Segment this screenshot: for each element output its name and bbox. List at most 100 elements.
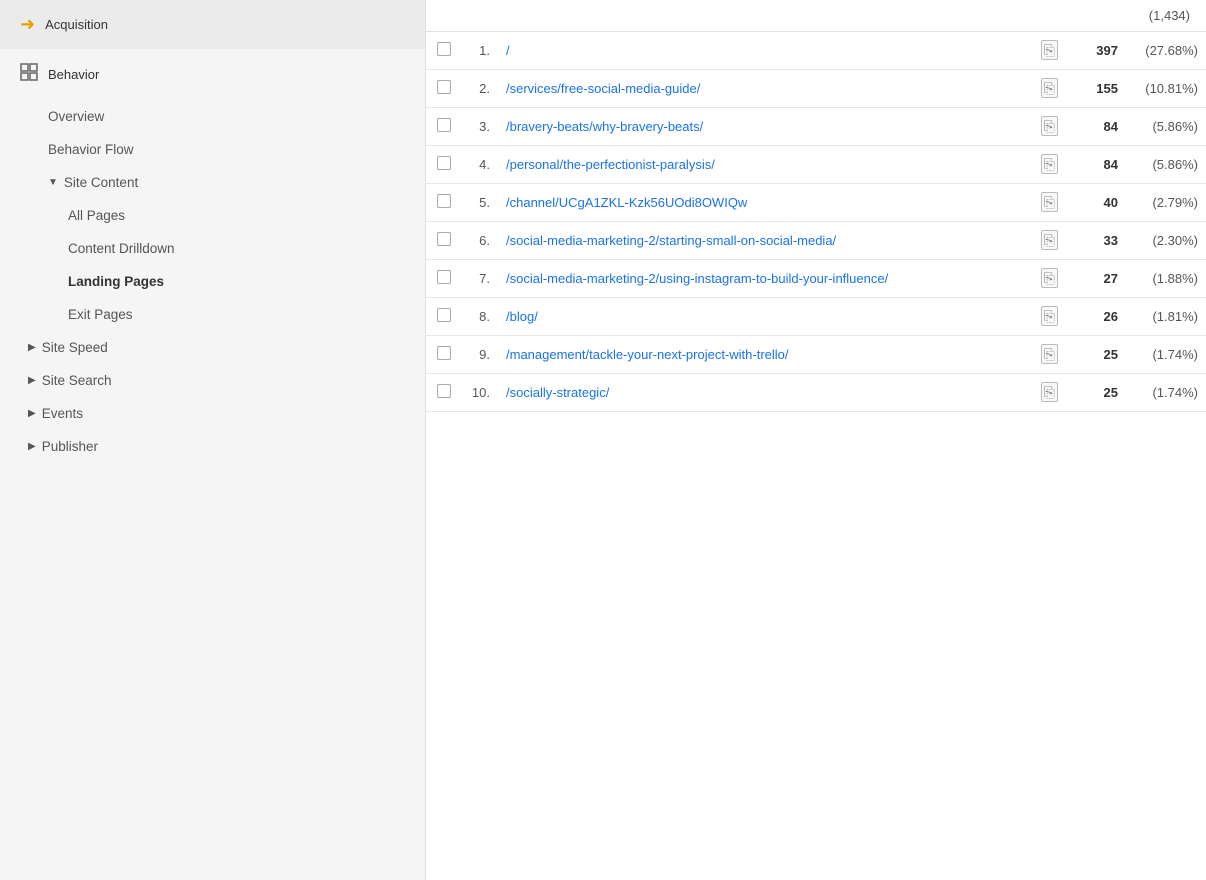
sidebar-item-acquisition-label: Acquisition: [45, 17, 108, 32]
row-link-cell: /personal/the-perfectionist-paralysis/: [498, 146, 1033, 184]
row-link[interactable]: /social-media-marketing-2/using-instagra…: [506, 271, 888, 286]
copy-icon[interactable]: ⎘: [1041, 78, 1058, 98]
row-checkbox[interactable]: [437, 384, 451, 398]
row-copy-icon-cell: ⎘: [1033, 146, 1066, 184]
sidebar-item-all-pages[interactable]: All Pages: [0, 199, 425, 232]
row-link[interactable]: /bravery-beats/why-bravery-beats/: [506, 119, 703, 134]
row-link[interactable]: /social-media-marketing-2/starting-small…: [506, 233, 836, 248]
row-value: 155: [1066, 70, 1126, 108]
row-value: 84: [1066, 108, 1126, 146]
sidebar-item-behavior-flow[interactable]: Behavior Flow: [0, 133, 425, 166]
row-checkbox[interactable]: [437, 308, 451, 322]
row-pct: (1.81%): [1126, 298, 1206, 336]
row-checkbox[interactable]: [437, 194, 451, 208]
behavior-icon: [20, 63, 38, 86]
row-link[interactable]: /services/free-social-media-guide/: [506, 81, 700, 96]
sidebar-item-landing-pages-label: Landing Pages: [68, 274, 164, 289]
row-number: 10.: [462, 374, 498, 412]
row-link[interactable]: /socially-strategic/: [506, 385, 609, 400]
sidebar-item-exit-pages[interactable]: Exit Pages: [0, 298, 425, 331]
row-copy-icon-cell: ⎘: [1033, 70, 1066, 108]
row-number: 4.: [462, 146, 498, 184]
row-checkbox[interactable]: [437, 42, 451, 56]
row-number: 5.: [462, 184, 498, 222]
row-checkbox-cell: [426, 32, 462, 70]
sidebar-item-events-label: Events: [42, 406, 83, 421]
sidebar-item-content-drilldown[interactable]: Content Drilldown: [0, 232, 425, 265]
row-copy-icon-cell: ⎘: [1033, 32, 1066, 70]
row-checkbox[interactable]: [437, 156, 451, 170]
row-value: 25: [1066, 374, 1126, 412]
row-checkbox[interactable]: [437, 270, 451, 284]
row-link-cell: /social-media-marketing-2/using-instagra…: [498, 260, 1033, 298]
sidebar-item-acquisition[interactable]: ➜ Acquisition: [0, 0, 425, 49]
row-pct: (2.79%): [1126, 184, 1206, 222]
row-number: 3.: [462, 108, 498, 146]
sidebar-item-overview-label: Overview: [48, 109, 104, 124]
copy-icon[interactable]: ⎘: [1041, 192, 1058, 212]
row-checkbox-cell: [426, 108, 462, 146]
copy-icon[interactable]: ⎘: [1041, 306, 1058, 326]
row-pct: (27.68%): [1126, 32, 1206, 70]
row-checkbox[interactable]: [437, 118, 451, 132]
table-row: 5. /channel/UCgA1ZKL-Kzk56UOdi8OWIQw ⎘ 4…: [426, 184, 1206, 222]
row-value: 40: [1066, 184, 1126, 222]
table-row: 7. /social-media-marketing-2/using-insta…: [426, 260, 1206, 298]
row-link-cell: /social-media-marketing-2/starting-small…: [498, 222, 1033, 260]
row-pct: (1.88%): [1126, 260, 1206, 298]
top-count: (1,434): [1149, 8, 1190, 23]
sidebar-item-events[interactable]: ▶ Events: [0, 397, 425, 430]
copy-icon[interactable]: ⎘: [1041, 40, 1058, 60]
sidebar-item-content-drilldown-label: Content Drilldown: [68, 241, 175, 256]
row-number: 9.: [462, 336, 498, 374]
table-row: 9. /management/tackle-your-next-project-…: [426, 336, 1206, 374]
sidebar-item-behavior-label: Behavior: [48, 67, 99, 82]
row-checkbox[interactable]: [437, 346, 451, 360]
main-content: (1,434) 1. / ⎘ 397 (27.68%) 2. /services…: [426, 0, 1206, 880]
row-copy-icon-cell: ⎘: [1033, 108, 1066, 146]
table-row: 8. /blog/ ⎘ 26 (1.81%): [426, 298, 1206, 336]
row-checkbox-cell: [426, 184, 462, 222]
row-pct: (2.30%): [1126, 222, 1206, 260]
row-link[interactable]: /: [506, 43, 510, 58]
copy-icon[interactable]: ⎘: [1041, 230, 1058, 250]
row-link[interactable]: /personal/the-perfectionist-paralysis/: [506, 157, 715, 172]
row-copy-icon-cell: ⎘: [1033, 336, 1066, 374]
site-speed-arrow-icon: ▶: [28, 342, 36, 353]
copy-icon[interactable]: ⎘: [1041, 344, 1058, 364]
row-pct: (1.74%): [1126, 374, 1206, 412]
row-checkbox-cell: [426, 260, 462, 298]
sidebar-item-landing-pages[interactable]: Landing Pages: [0, 265, 425, 298]
row-checkbox-cell: [426, 374, 462, 412]
row-value: 397: [1066, 32, 1126, 70]
row-link[interactable]: /management/tackle-your-next-project-wit…: [506, 347, 789, 362]
row-pct: (5.86%): [1126, 108, 1206, 146]
row-copy-icon-cell: ⎘: [1033, 260, 1066, 298]
sidebar-item-overview[interactable]: Overview: [0, 100, 425, 133]
row-link-cell: /: [498, 32, 1033, 70]
sidebar-item-site-content[interactable]: ▼ Site Content: [0, 166, 425, 199]
row-checkbox[interactable]: [437, 80, 451, 94]
row-link[interactable]: /channel/UCgA1ZKL-Kzk56UOdi8OWIQw: [506, 195, 747, 210]
row-link[interactable]: /blog/: [506, 309, 538, 324]
row-link-cell: /blog/: [498, 298, 1033, 336]
row-checkbox[interactable]: [437, 232, 451, 246]
row-number: 7.: [462, 260, 498, 298]
copy-icon[interactable]: ⎘: [1041, 268, 1058, 288]
row-number: 2.: [462, 70, 498, 108]
row-link-cell: /services/free-social-media-guide/: [498, 70, 1033, 108]
row-number: 6.: [462, 222, 498, 260]
sidebar-item-behavior-flow-label: Behavior Flow: [48, 142, 134, 157]
sidebar-item-publisher[interactable]: ▶ Publisher: [0, 430, 425, 463]
table-row: 1. / ⎘ 397 (27.68%): [426, 32, 1206, 70]
copy-icon[interactable]: ⎘: [1041, 116, 1058, 136]
row-value: 26: [1066, 298, 1126, 336]
site-content-arrow-icon: ▼: [48, 177, 58, 188]
sidebar-item-behavior[interactable]: Behavior: [0, 49, 425, 100]
row-checkbox-cell: [426, 222, 462, 260]
copy-icon[interactable]: ⎘: [1041, 382, 1058, 402]
copy-icon[interactable]: ⎘: [1041, 154, 1058, 174]
sidebar-item-all-pages-label: All Pages: [68, 208, 125, 223]
sidebar-item-site-speed[interactable]: ▶ Site Speed: [0, 331, 425, 364]
sidebar-item-site-search[interactable]: ▶ Site Search: [0, 364, 425, 397]
